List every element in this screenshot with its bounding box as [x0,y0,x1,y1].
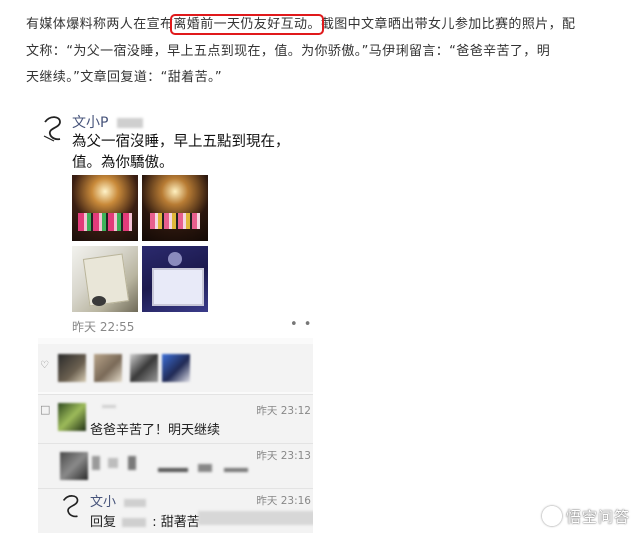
signature-avatar-icon [43,116,61,142]
comment-3-author[interactable]: 文小 [90,491,147,510]
likes-row: ♡ [38,344,313,392]
comment-2-time: 昨天 23:13 [256,450,311,462]
comment-3-author-name[interactable]: 文小 [90,495,116,510]
blurred-text [92,456,100,470]
watermark: 悟空问答 [541,506,630,527]
moments-post: 文小P 為父一宿沒睡，早上五點到現在，值。為你驕傲。 昨天 22:55 • • [38,108,313,338]
comment-1[interactable]: □ 爸爸辛苦了！明天继续 昨天 23:12 [38,395,313,443]
comment-1-text: 爸爸辛苦了！明天继续 [90,423,221,438]
post-author-name[interactable]: 文小P [72,115,108,131]
blurred-name [102,405,116,408]
post-photo-4[interactable] [142,246,208,312]
blurred-text [108,458,118,468]
moments-screenshot: 文小P 為父一宿沒睡，早上五點到現在，值。為你驕傲。 昨天 22:55 • • … [38,108,313,533]
watermark-logo-icon [541,506,562,526]
highlighted-phrase: 离婚前一天仍友好互动。 [170,14,324,35]
blurred-text [158,468,188,472]
article-text: 有媒体爆料称两人在宣布离婚前一天仍友好互动。截图中文章晒出带女儿参加比赛的照片，… [26,12,626,92]
article-line-2: 文称：“为父一宿没睡，早上五点到现在，值。为你骄傲。”马伊琍留言：“爸爸辛苦了，… [26,43,551,59]
blurred-text [198,464,212,472]
article-line-1-start: 有媒体爆料称两人在宣布 [26,17,174,32]
reply-text: : 甜著苦 [152,515,200,530]
comment-2-avatar[interactable] [60,452,88,480]
blurred-text [198,511,313,525]
like-avatar-4[interactable] [162,354,190,382]
like-avatar-2[interactable] [94,354,122,382]
watermark-text: 悟空问答 [565,508,630,526]
blurred-name [124,498,147,507]
comment-3-time: 昨天 23:16 [256,495,311,507]
reply-prefix: 回复 [90,515,117,530]
post-photo-1[interactable] [72,175,138,241]
post-photo-2[interactable] [142,175,208,241]
comment-1-avatar[interactable] [58,403,86,431]
blurred-name [116,118,143,128]
like-avatar-3[interactable] [130,354,158,382]
post-timestamp: 昨天 22:55 [72,320,135,334]
signature-avatar-icon [62,495,79,518]
more-options-icon[interactable]: • • [290,317,312,332]
blurred-name [122,518,147,527]
blurred-text [224,468,248,472]
comment-bubble-icon: □ [40,403,51,416]
like-heart-icon: ♡ [40,360,49,371]
post-author[interactable]: 文小P [72,112,143,132]
comment-1-time: 昨天 23:12 [256,405,311,417]
like-avatar-1[interactable] [58,354,86,382]
comment-2[interactable]: 昨天 23:13 [38,444,313,488]
article-line-1-end: 截图中文章晒出带女儿参加比赛的照片，配 [320,17,576,32]
blurred-text [128,456,136,470]
comment-3-text: 回复 : 甜著苦 [90,511,200,530]
article-line-1: 有媒体爆料称两人在宣布离婚前一天仍友好互动。截图中文章晒出带女儿参加比赛的照片，… [26,12,626,39]
article-line-3: 天继续。”文章回复道：“甜着苦。” [26,70,223,85]
post-text: 為父一宿沒睡，早上五點到現在，值。為你驕傲。 [72,134,290,171]
post-photo-3[interactable] [72,246,138,312]
